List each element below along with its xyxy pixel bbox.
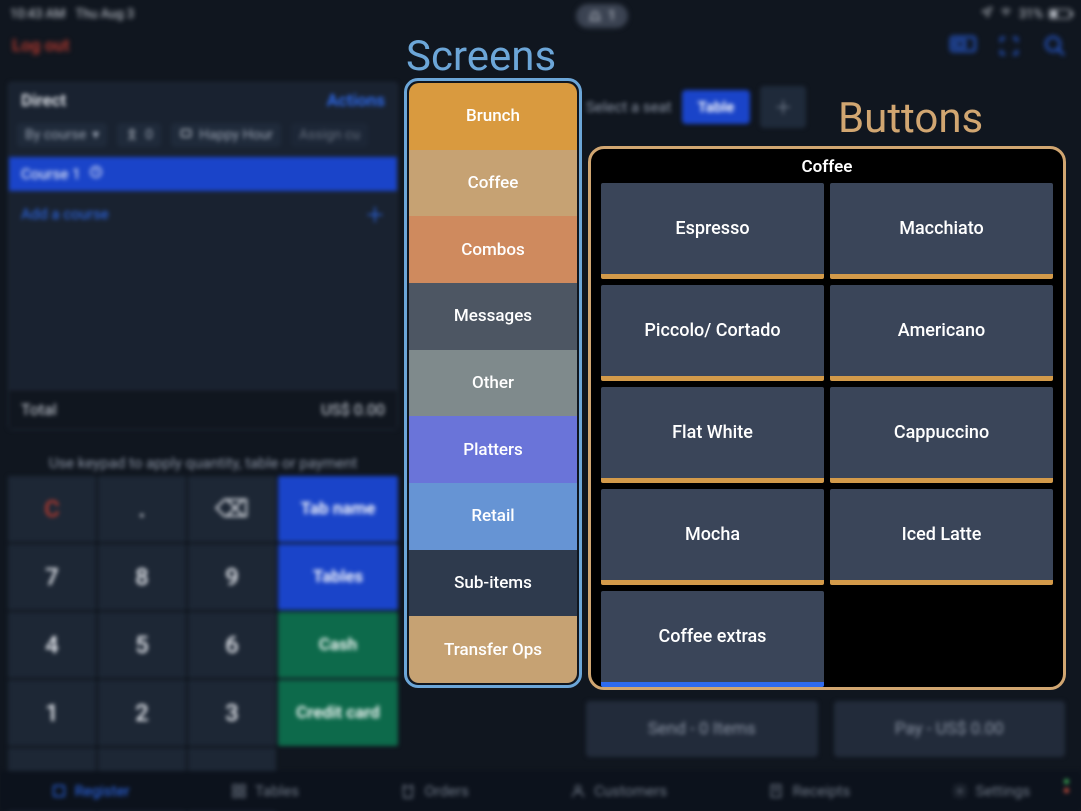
screens-column: BrunchCoffeeCombosMessagesOtherPlattersR…	[404, 78, 582, 688]
overlay-label-screens: Screens	[406, 32, 556, 81]
product-espresso[interactable]: Espresso	[601, 183, 824, 279]
nav-customers[interactable]: Customers	[570, 782, 667, 800]
overlay-label-buttons: Buttons	[838, 94, 983, 143]
product-flat-white[interactable]: Flat White	[601, 387, 824, 483]
screen-platters[interactable]: Platters	[409, 416, 577, 483]
screen-combos[interactable]: Combos	[409, 216, 577, 283]
battery-pct: 31%	[1019, 7, 1043, 22]
product-iced-latte[interactable]: Iced Latte	[830, 489, 1053, 585]
buttons-panel-title: Coffee	[601, 155, 1053, 183]
location-icon	[981, 6, 993, 22]
nav-tables[interactable]: Tables	[231, 782, 299, 800]
search-icon[interactable]	[1041, 32, 1069, 60]
notification-count: 1	[608, 8, 616, 24]
screen-transfer-ops[interactable]: Transfer Ops	[409, 616, 577, 683]
product-mocha[interactable]: Mocha	[601, 489, 824, 585]
status-date: Thu Aug 3	[75, 7, 134, 22]
screen-other[interactable]: Other	[409, 350, 577, 417]
product-empty	[830, 591, 1053, 687]
wifi-icon	[999, 6, 1013, 22]
battery-icon	[1049, 9, 1071, 19]
status-time: 10:43 AM	[10, 7, 65, 22]
notification-pill[interactable]: 1	[576, 4, 628, 28]
nav-orders[interactable]: Orders	[400, 782, 469, 800]
product-piccolo-cortado[interactable]: Piccolo/ Cortado	[601, 285, 824, 381]
nav-receipts[interactable]: Receipts	[768, 782, 850, 800]
product-coffee-extras[interactable]: Coffee extras	[601, 591, 824, 687]
scan-icon[interactable]	[995, 32, 1023, 60]
screen-sub-items[interactable]: Sub-items	[409, 550, 577, 617]
product-cappuccino[interactable]: Cappuccino	[830, 387, 1053, 483]
cash-drawer-icon[interactable]	[949, 32, 977, 60]
nav-settings[interactable]: Settings	[952, 782, 1031, 800]
status-bar: 10:43 AM Thu Aug 3 31%	[0, 0, 1081, 24]
product-americano[interactable]: Americano	[830, 285, 1053, 381]
screen-retail[interactable]: Retail	[409, 483, 577, 550]
product-macchiato[interactable]: Macchiato	[830, 183, 1053, 279]
nav-register[interactable]: Register	[51, 782, 130, 800]
status-dots	[1064, 779, 1069, 793]
bottom-nav: Register Tables Orders Customers Receipt…	[0, 771, 1081, 811]
screen-coffee[interactable]: Coffee	[409, 150, 577, 217]
screen-messages[interactable]: Messages	[409, 283, 577, 350]
buttons-panel: Coffee EspressoMacchiatoPiccolo/ Cortado…	[588, 146, 1066, 690]
logout-button[interactable]: Log out	[12, 36, 70, 56]
screen-brunch[interactable]: Brunch	[409, 83, 577, 150]
